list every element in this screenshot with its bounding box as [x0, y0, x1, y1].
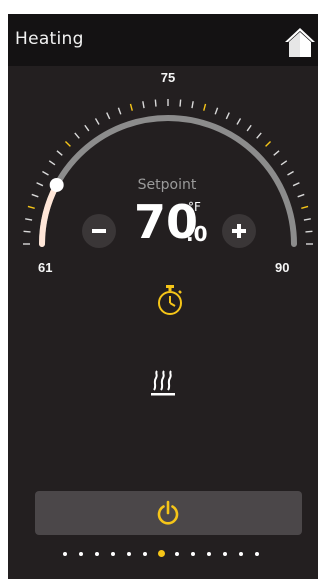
dial-tick [292, 182, 300, 187]
page-dot-active[interactable] [157, 550, 165, 557]
page-dot[interactable] [255, 552, 259, 556]
dial-tick [56, 150, 63, 156]
dial-tick [23, 230, 31, 233]
dial-tick [25, 218, 33, 221]
dial-max-label: 90 [275, 260, 290, 275]
page-dot[interactable] [111, 552, 115, 556]
dial-active-arc [39, 181, 60, 247]
dial-knob [49, 177, 64, 192]
minus-icon [92, 229, 106, 233]
page-dot[interactable] [143, 552, 147, 556]
setpoint-dial[interactable]: 75 [8, 14, 318, 294]
dial-tick [301, 205, 309, 209]
page-indicator[interactable] [63, 550, 273, 560]
dial-tick [225, 112, 230, 120]
dial-tick [280, 160, 288, 166]
dial-tick [203, 103, 207, 111]
setpoint-unit: °F [188, 200, 201, 214]
dial-tick [265, 140, 272, 147]
decrease-button[interactable] [82, 214, 116, 248]
dial-min-label: 61 [38, 260, 53, 275]
dial-tick [142, 101, 145, 109]
dial-tick [246, 124, 252, 132]
dial-tick [129, 103, 133, 111]
dial-tick [297, 193, 305, 198]
dial-mid-label: 75 [161, 70, 175, 85]
dial-tick [236, 118, 242, 125]
dial-tick [27, 205, 35, 209]
page-dot[interactable] [127, 552, 131, 556]
page-dot[interactable] [191, 552, 195, 556]
page-dot[interactable] [207, 552, 211, 556]
dial-tick [117, 107, 122, 115]
dial-tick [214, 107, 219, 115]
dial-tick [303, 218, 311, 221]
plus-icon [232, 224, 246, 238]
dial-tick [154, 99, 157, 107]
increase-button[interactable] [222, 214, 256, 248]
power-button[interactable] [35, 491, 302, 535]
page-dot[interactable] [63, 552, 67, 556]
setpoint-label: Setpoint [137, 177, 197, 193]
page-dot[interactable] [239, 552, 243, 556]
setpoint-decimal: .0 [186, 222, 208, 246]
dial-tick [179, 99, 182, 107]
page-dot[interactable] [175, 552, 179, 556]
dial-tick [42, 170, 49, 176]
dial-tick [48, 160, 56, 166]
dial-tick [36, 182, 44, 187]
page-dot[interactable] [79, 552, 83, 556]
dial-tick [305, 230, 313, 233]
heating-screen: Heating 75 Setpoint 70 °F .0 61 90 [8, 14, 318, 579]
dial-tick [287, 170, 294, 176]
power-icon [157, 500, 179, 525]
dial-tick [31, 193, 39, 198]
dial-tick [106, 112, 111, 120]
dial-tick [256, 132, 262, 139]
page-dot[interactable] [223, 552, 227, 556]
dial-tick [273, 150, 280, 156]
dial-tick [94, 118, 100, 125]
dial-tick [84, 124, 90, 132]
page-dot[interactable] [95, 552, 99, 556]
dial-tick [191, 101, 194, 109]
heat-mode-icon[interactable] [151, 370, 175, 402]
timer-icon[interactable] [155, 284, 185, 320]
dial-tick [74, 132, 80, 139]
dial-tick [64, 140, 71, 147]
